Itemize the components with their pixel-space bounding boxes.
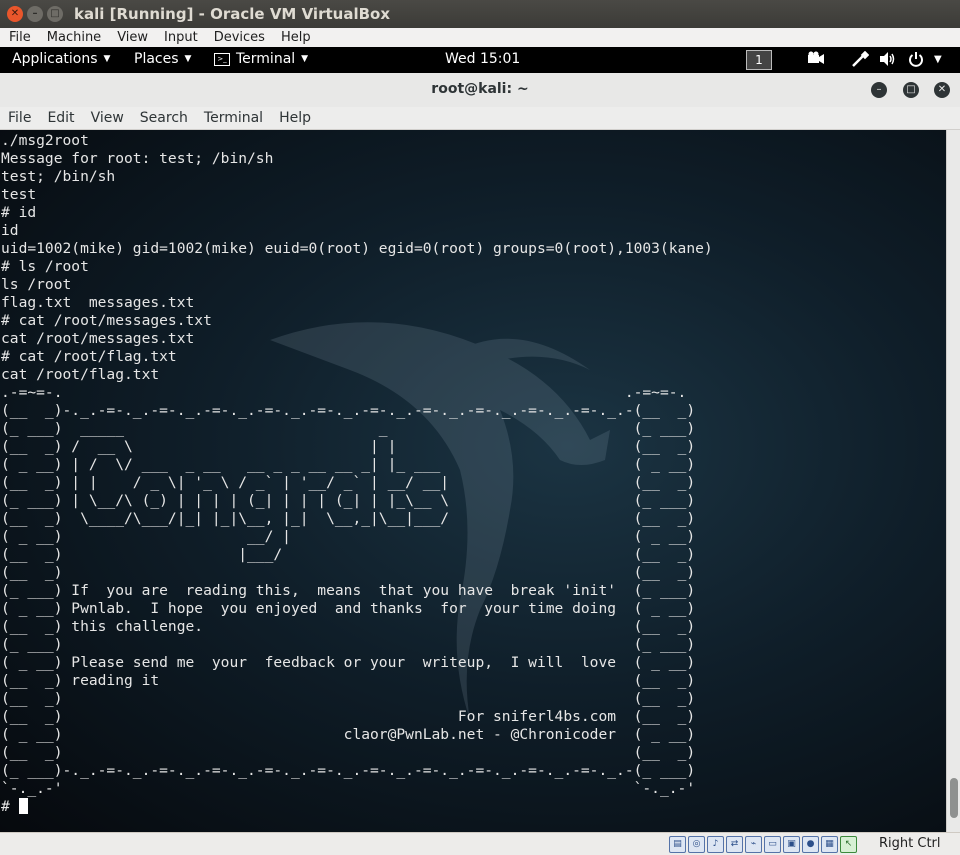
scrollbar-thumb[interactable] <box>950 778 958 818</box>
terminal-menubar: File Edit View Search Terminal Help <box>0 107 960 130</box>
video-capture-icon[interactable]: ● <box>802 836 819 853</box>
terminal-window-title: root@kali: ~ <box>431 81 529 97</box>
display-icon[interactable]: ▣ <box>783 836 800 853</box>
host-window-controls: ✕ – □ <box>7 6 63 22</box>
kali-top-panel: Applications ▼ Places ▼ >_ Terminal ▼ We… <box>0 47 960 73</box>
optical-disk-icon[interactable]: ◎ <box>688 836 705 853</box>
shared-folder-icon[interactable]: ▭ <box>764 836 781 853</box>
terminal-output-area[interactable]: ./msg2root Message for root: test; /bin/… <box>0 130 946 832</box>
terminal-menu-help[interactable]: Help <box>271 107 319 129</box>
vbox-menu-machine[interactable]: Machine <box>38 28 108 47</box>
terminal-output-text: ./msg2root Message for root: test; /bin/… <box>1 132 713 797</box>
vbox-menu-help[interactable]: Help <box>272 28 318 47</box>
host-key-label: Right Ctrl <box>879 836 941 851</box>
terminal-window-titlebar: root@kali: ~ – □ ✕ <box>0 73 960 108</box>
video-camera-icon[interactable] <box>807 51 825 69</box>
chevron-down-icon: ▼ <box>103 54 111 64</box>
terminal-menu-edit[interactable]: Edit <box>39 107 82 129</box>
terminal-menu-file[interactable]: File <box>0 107 39 129</box>
mouse-integration-icon[interactable]: ↖ <box>840 836 857 853</box>
terminal-scrollbar[interactable] <box>946 130 960 832</box>
minimize-icon[interactable]: – <box>871 82 887 98</box>
shell-prompt: # <box>1 798 19 815</box>
vbox-menubar: File Machine View Input Devices Help <box>0 28 960 48</box>
network-icon[interactable] <box>851 50 870 71</box>
usb-icon[interactable]: ⌁ <box>745 836 762 853</box>
terminal-icon: >_ <box>214 52 230 66</box>
terminal-app-menu[interactable]: >_ Terminal ▼ <box>214 51 308 67</box>
hard-disk-icon[interactable]: ▤ <box>669 836 686 853</box>
clock[interactable]: Wed 15:01 <box>445 51 520 67</box>
chevron-down-icon: ▼ <box>301 54 309 64</box>
maximize-icon[interactable]: □ <box>903 82 919 98</box>
vbox-menu-input[interactable]: Input <box>155 28 205 47</box>
terminal-menu-search[interactable]: Search <box>132 107 196 129</box>
vbox-menu-file[interactable]: File <box>0 28 38 47</box>
host-window-title: kali [Running] - Oracle VM VirtualBox <box>74 5 390 23</box>
status-icons: ▤ ◎ ♪ ⇄ ⌁ ▭ ▣ ● ▦ ↖ <box>669 836 857 853</box>
network-adapter-icon[interactable]: ⇄ <box>726 836 743 853</box>
places-menu[interactable]: Places ▼ <box>134 51 191 67</box>
host-window-titlebar: ✕ – □ kali [Running] - Oracle VM Virtual… <box>0 0 960 28</box>
volume-icon[interactable] <box>879 51 897 71</box>
vbox-menu-view[interactable]: View <box>108 28 155 47</box>
close-icon[interactable]: ✕ <box>7 6 23 22</box>
cpu-icon[interactable]: ▦ <box>821 836 838 853</box>
chevron-down-icon[interactable]: ▼ <box>934 54 942 65</box>
places-label: Places <box>134 51 179 67</box>
terminal-menu-terminal[interactable]: Terminal <box>196 107 271 129</box>
workspace-indicator[interactable]: 1 <box>746 50 772 70</box>
applications-menu[interactable]: Applications ▼ <box>12 51 110 67</box>
maximize-icon[interactable]: □ <box>47 6 63 22</box>
minimize-icon[interactable]: – <box>27 6 43 22</box>
applications-label: Applications <box>12 51 98 67</box>
power-icon[interactable] <box>908 51 924 71</box>
terminal-menu-view[interactable]: View <box>83 107 132 129</box>
close-icon[interactable]: ✕ <box>934 82 950 98</box>
vbox-status-bar: ▤ ◎ ♪ ⇄ ⌁ ▭ ▣ ● ▦ ↖ Right Ctrl <box>0 832 960 855</box>
chevron-down-icon: ▼ <box>184 54 192 64</box>
terminal-app-label: Terminal <box>236 51 296 67</box>
audio-icon[interactable]: ♪ <box>707 836 724 853</box>
terminal-prompt-line[interactable]: # <box>1 798 28 816</box>
vbox-menu-devices[interactable]: Devices <box>205 28 272 47</box>
text-cursor <box>18 798 28 814</box>
